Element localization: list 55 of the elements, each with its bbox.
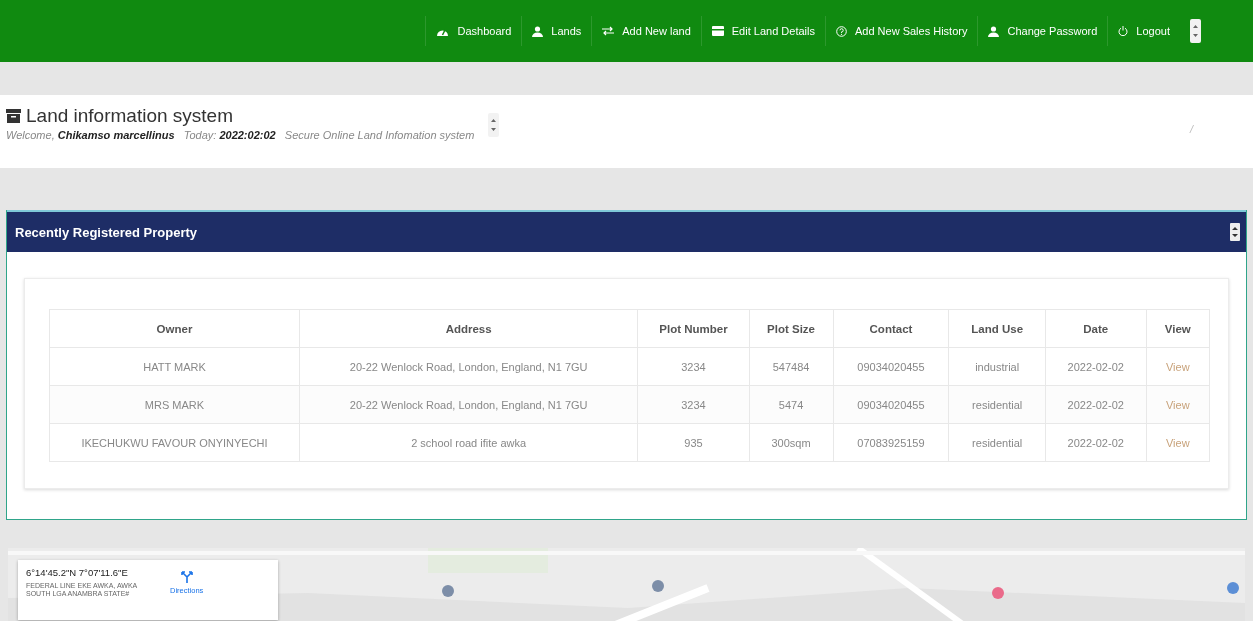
user-icon (532, 25, 544, 37)
view-link[interactable]: View (1165, 360, 1190, 373)
nav-link[interactable]: Lands (521, 16, 592, 46)
table-cell: industrial (948, 347, 1046, 386)
table-cell: 2022-02-02 (1045, 423, 1147, 462)
card-icon (711, 26, 724, 36)
table-cell: HATT MARK (49, 347, 300, 386)
table-cell: 20-22 Wenlock Road, London, England, N1 7GU (299, 385, 638, 424)
column-header: Contact (833, 309, 949, 348)
archive-icon (6, 109, 21, 123)
welcome-text: Welcome, Chikamso marcellinus Today: 2022:02:02 Secure Online Land Infomation system (6, 129, 475, 141)
spinner-icon[interactable] (488, 113, 500, 137)
column-header: Plot Number (637, 309, 750, 348)
table-cell: 5474 (749, 385, 833, 424)
column-header: Owner (49, 309, 300, 348)
nav-link[interactable]: Logout (1107, 16, 1180, 46)
table-cell: 2022-02-02 (1045, 385, 1147, 424)
panel-title: Recently Registered Property (15, 224, 198, 240)
swap-arrows-icon (602, 26, 615, 36)
table-cell: 935 (637, 423, 750, 462)
directions-icon (180, 571, 193, 583)
table-cell: 3234 (637, 347, 750, 386)
table-cell: residential (948, 423, 1046, 462)
table-cell: IKECHUKWU FAVOUR ONYINYECHI (49, 423, 300, 462)
nav-link[interactable]: Add New Sales History (824, 16, 978, 46)
coordinates: 6°14'45.2"N 7°07'11.6"E (26, 567, 129, 578)
column-header: Date (1045, 309, 1147, 348)
view-link[interactable]: View (1165, 436, 1190, 449)
nav-link[interactable]: Dashboard (425, 16, 522, 46)
user-icon (988, 25, 1000, 37)
power-icon (1118, 26, 1129, 36)
table-cell: 2022-02-02 (1045, 347, 1147, 386)
table-cell: 2 school road ifite awka (299, 423, 638, 462)
table-cell: 3234 (637, 385, 750, 424)
table-cell: 09034020455 (833, 385, 949, 424)
column-header: Land Use (948, 309, 1046, 348)
table-cell: 547484 (749, 347, 833, 386)
table-cell: 20-22 Wenlock Road, London, England, N1 7GU (299, 347, 638, 386)
column-header: View (1146, 309, 1210, 348)
view-link[interactable]: View (1165, 398, 1190, 411)
table-cell: 09034020455 (833, 347, 949, 386)
nav-link[interactable]: Add New land (591, 16, 701, 46)
spinner-icon[interactable] (1230, 223, 1240, 241)
help-icon (835, 25, 847, 37)
table-cell: 07083925159 (833, 423, 949, 462)
table-cell: 300sqm (749, 423, 833, 462)
column-header: Address (299, 309, 638, 348)
breadcrumb: / (1189, 123, 1193, 135)
page-title: Land information system (26, 105, 233, 127)
spinner-icon[interactable] (1190, 19, 1201, 43)
table-cell: MRS MARK (49, 385, 300, 424)
table-cell: residential (948, 385, 1046, 424)
nav-link[interactable]: Change Password (977, 16, 1108, 46)
nav-link[interactable]: Edit Land Details (700, 16, 825, 46)
column-header: Plot Size (749, 309, 833, 348)
